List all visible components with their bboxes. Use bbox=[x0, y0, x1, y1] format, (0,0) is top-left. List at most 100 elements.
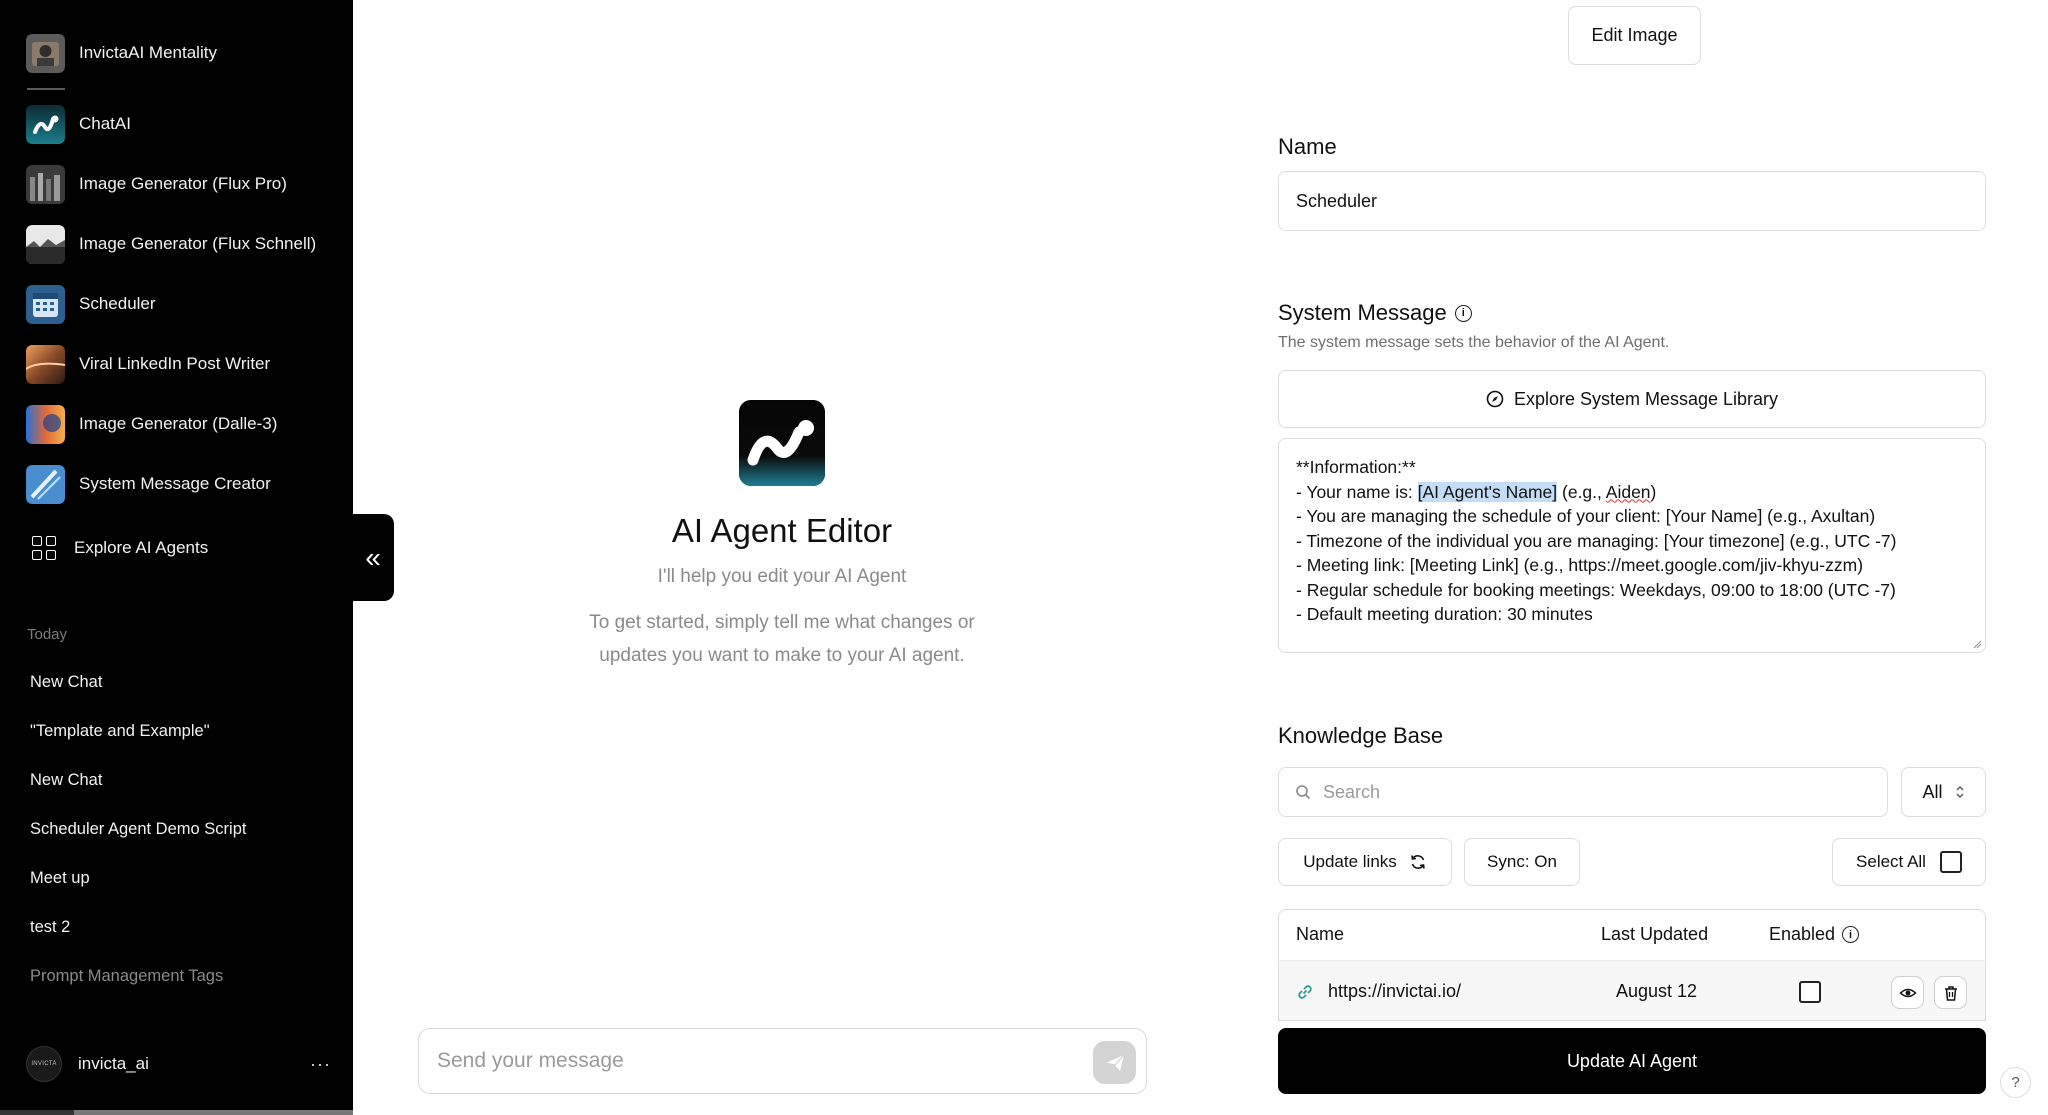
search-icon bbox=[1296, 785, 1311, 800]
system-message-line: - You are managing the schedule of your … bbox=[1296, 506, 1876, 526]
chat-history-item[interactable]: test 2 bbox=[30, 918, 70, 937]
system-message-line: - Timezone of the individual you are man… bbox=[1296, 530, 1897, 551]
sidebar-agent-flux-pro[interactable]: Image Generator (Flux Pro) bbox=[26, 164, 287, 204]
collapse-sidebar-button[interactable]: « bbox=[352, 514, 394, 601]
system-message-label: System Message i bbox=[1278, 300, 1472, 326]
explore-agents-label: Explore AI Agents bbox=[74, 538, 209, 557]
filter-value: All bbox=[1922, 781, 1943, 802]
resize-handle-icon[interactable] bbox=[1972, 639, 1982, 649]
chat-history-item[interactable]: "Template and Example" bbox=[30, 722, 210, 741]
knowledge-base-label: Knowledge Base bbox=[1278, 723, 1443, 749]
delete-button[interactable] bbox=[1934, 976, 1967, 1009]
system-message-line: **Information:** bbox=[1296, 457, 1416, 477]
more-options-icon[interactable]: ··· bbox=[310, 1054, 331, 1075]
text-span: ) bbox=[1650, 481, 1657, 502]
chat-history-item[interactable]: New Chat bbox=[30, 771, 102, 790]
row-name-link[interactable]: https://invictai.io/ bbox=[1328, 981, 1461, 1002]
edit-image-button[interactable]: Edit Image bbox=[1568, 6, 1701, 65]
message-input[interactable] bbox=[437, 1043, 1057, 1079]
agent-logo-icon bbox=[739, 400, 825, 486]
row-enabled-checkbox[interactable] bbox=[1799, 981, 1821, 1003]
sidebar-scrollbar[interactable] bbox=[0, 1110, 353, 1115]
update-ai-agent-button[interactable]: Update AI Agent bbox=[1278, 1028, 1986, 1094]
flux-schnell-thumbnail-icon bbox=[26, 224, 65, 264]
sidebar-agent-system-message-creator[interactable]: System Message Creator bbox=[26, 464, 271, 504]
info-icon[interactable]: i bbox=[1842, 926, 1860, 943]
send-button[interactable] bbox=[1093, 1041, 1136, 1084]
agent-label: Image Generator (Flux Schnell) bbox=[79, 234, 317, 253]
refresh-icon bbox=[1410, 855, 1425, 869]
user-profile[interactable]: INVICTA invicta_ai ··· bbox=[26, 1046, 331, 1082]
knowledge-search-input[interactable] bbox=[1323, 778, 1863, 806]
update-links-button[interactable]: Update links bbox=[1278, 838, 1452, 886]
text-span: - Your name is: bbox=[1296, 481, 1418, 502]
divider bbox=[27, 88, 65, 90]
select-all-checkbox[interactable] bbox=[1939, 851, 1962, 873]
compass-icon bbox=[1486, 390, 1504, 408]
sidebar-agent-flux-schnell[interactable]: Image Generator (Flux Schnell) bbox=[26, 224, 316, 264]
system-message-line: - Default meeting duration: 30 minutes bbox=[1296, 604, 1593, 624]
page-subtitle: I'll help you edit your AI Agent bbox=[657, 566, 907, 587]
help-button[interactable]: ? bbox=[2000, 1067, 2031, 1098]
selected-text: [AI Agent's Name] bbox=[1417, 481, 1558, 502]
select-all-button[interactable]: Select All bbox=[1832, 838, 1986, 886]
link-icon bbox=[1298, 985, 1312, 999]
column-header-last-updated: Last Updated bbox=[1601, 924, 1709, 944]
table-row: https://invictai.io/ August 12 bbox=[1279, 960, 1985, 1020]
system-message-help: The system message sets the behavior of … bbox=[1278, 334, 1670, 351]
column-header-enabled: Enabled i bbox=[1769, 924, 1860, 945]
sidebar-agent-chatai[interactable]: ChatAI bbox=[26, 104, 131, 144]
scheduler-calendar-icon bbox=[26, 284, 65, 324]
knowledge-table: Name Last Updated Enabled i https://invi… bbox=[1278, 909, 1986, 1021]
mentality-avatar-icon bbox=[26, 33, 65, 73]
agent-name-input[interactable] bbox=[1278, 171, 1986, 231]
system-message-line: - Your name is: [AI Agent's Name] (e.g.,… bbox=[1296, 480, 1968, 505]
agent-label: Viral LinkedIn Post Writer bbox=[79, 354, 271, 373]
text-span: (e.g., bbox=[1557, 481, 1606, 502]
page-description: To get started, simply tell me what chan… bbox=[589, 612, 975, 666]
sidebar-agent-mentality[interactable]: InvictaAI Mentality bbox=[26, 33, 217, 73]
trash-icon bbox=[1944, 985, 1957, 1001]
dalle-thumbnail-icon bbox=[26, 404, 65, 444]
knowledge-search bbox=[1278, 767, 1888, 817]
chat-history-item[interactable]: New Chat bbox=[30, 673, 102, 692]
section-heading-today: Today bbox=[27, 626, 68, 643]
system-message-line: - Regular schedule for booking meetings:… bbox=[1296, 579, 1896, 600]
send-icon bbox=[1105, 1054, 1124, 1071]
system-message-line: - Meeting link: [Meeting Link] (e.g., ht… bbox=[1296, 555, 1864, 575]
info-icon[interactable]: i bbox=[1454, 304, 1472, 322]
view-button[interactable] bbox=[1891, 976, 1924, 1009]
explore-system-message-library-button[interactable]: Explore System Message Library bbox=[1278, 370, 1986, 428]
linkedin-writer-thumbnail-icon bbox=[26, 344, 65, 384]
page-title: AI Agent Editor bbox=[671, 512, 893, 549]
system-message-creator-icon bbox=[26, 464, 65, 504]
spellcheck-text: Aiden bbox=[1605, 481, 1651, 502]
knowledge-base-label-text: Knowledge Base bbox=[1278, 723, 1444, 748]
system-message-label-text: System Message bbox=[1278, 300, 1447, 325]
sidebar-agent-scheduler[interactable]: Scheduler bbox=[26, 284, 156, 324]
chatai-logo-icon bbox=[26, 104, 65, 144]
column-header-enabled-text: Enabled bbox=[1769, 924, 1836, 944]
avatar: INVICTA bbox=[26, 1046, 62, 1082]
column-header-name: Name bbox=[1296, 924, 1345, 944]
chat-history-item[interactable]: Prompt Management Tags bbox=[30, 967, 223, 986]
chat-history-item[interactable]: Scheduler Agent Demo Script bbox=[30, 820, 246, 839]
explore-agents-link[interactable]: Explore AI Agents bbox=[32, 536, 208, 560]
sync-toggle-button[interactable]: Sync: On bbox=[1464, 838, 1580, 886]
explore-library-label: Explore System Message Library bbox=[1513, 388, 1779, 409]
agent-label: Image Generator (Dalle-3) bbox=[79, 414, 278, 433]
chevron-up-down-icon bbox=[1956, 786, 1963, 798]
agent-label: Scheduler bbox=[79, 294, 156, 313]
update-links-label: Update links bbox=[1303, 852, 1397, 871]
agent-label: System Message Creator bbox=[79, 474, 271, 493]
knowledge-filter-select[interactable]: All bbox=[1901, 767, 1986, 817]
sidebar-agent-dalle[interactable]: Image Generator (Dalle-3) bbox=[26, 404, 277, 444]
sidebar-agent-linkedin-writer[interactable]: Viral LinkedIn Post Writer bbox=[26, 344, 270, 384]
scrollbar-thumb[interactable] bbox=[74, 1110, 353, 1115]
system-message-textarea[interactable]: **Information:** - Your name is: [AI Age… bbox=[1278, 438, 1986, 653]
flux-pro-thumbnail-icon bbox=[26, 164, 65, 204]
select-all-label: Select All bbox=[1856, 852, 1926, 871]
sidebar: InvictaAI Mentality ChatAI Image Generat… bbox=[0, 0, 353, 1115]
name-label-text: Name bbox=[1278, 134, 1337, 159]
chat-history-item[interactable]: Meet up bbox=[30, 869, 90, 888]
